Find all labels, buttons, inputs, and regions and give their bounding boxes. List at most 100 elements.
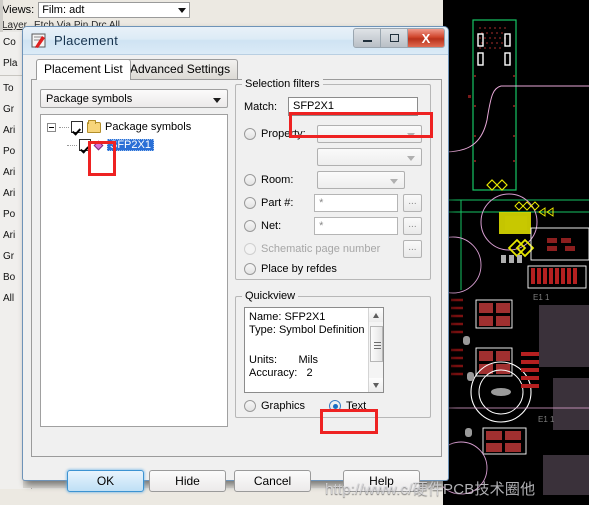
ok-button-label: OK	[96, 474, 115, 488]
ok-button[interactable]: OK	[67, 470, 144, 492]
dialog-titlebar[interactable]: Placement X	[23, 27, 448, 55]
placement-icon	[31, 33, 47, 49]
pcb-canvas[interactable]: E1 1 E1 1	[443, 0, 589, 505]
left-column: Package symbols Package symbols SFP2X1	[40, 89, 228, 427]
quickview-box[interactable]: Name: SFP2X1 Type: Symbol Definition Uni…	[244, 307, 384, 393]
dialog-title: Placement	[54, 33, 119, 48]
minimize-button[interactable]	[354, 29, 381, 47]
tabstrip: Advanced Settings Placement List	[36, 59, 442, 80]
part-browse-label: ...	[408, 196, 417, 207]
tree-item-sfp2x1[interactable]: SFP2X1	[67, 139, 154, 151]
graphics-radio[interactable]	[244, 400, 256, 412]
chevron-down-icon	[213, 98, 221, 103]
cancel-button-label: Cancel	[253, 474, 292, 488]
watermark: http://www.c/硬件PCB技术圈他	[325, 481, 536, 498]
tree-root-checkbox[interactable]	[71, 121, 83, 133]
symbol-type-value: Package symbols	[46, 93, 133, 105]
property-combo-2[interactable]	[317, 148, 422, 166]
part-value: *	[319, 197, 324, 209]
window-controls: X	[353, 28, 445, 48]
tree-root-node[interactable]: Package symbols	[47, 119, 192, 133]
part-row: Part #: * ...	[244, 194, 422, 212]
room-label: Room:	[261, 174, 294, 186]
match-label: Match:	[244, 100, 278, 113]
property-row-2	[244, 148, 422, 166]
net-label: Net:	[261, 220, 282, 232]
match-value: SFP2X1	[293, 100, 334, 112]
views-row: Views: Film: adt	[2, 2, 212, 18]
chevron-down-icon	[407, 133, 415, 138]
tab-advanced-settings[interactable]: Advanced Settings	[122, 59, 239, 79]
text-radio[interactable]	[329, 400, 342, 412]
quickview-title: Quickview	[242, 290, 299, 302]
property-radio[interactable]	[244, 128, 256, 140]
hide-button-label: Hide	[175, 474, 200, 488]
net-value: *	[319, 220, 324, 232]
tab-placement-list[interactable]: Placement List	[36, 59, 131, 80]
room-combo[interactable]	[317, 171, 405, 189]
net-radio[interactable]	[244, 220, 256, 232]
close-button[interactable]: X	[408, 29, 444, 47]
maximize-button[interactable]	[381, 29, 408, 47]
quickview-scrollbar[interactable]	[368, 308, 383, 392]
schematic-radio	[244, 243, 256, 255]
scrollbar-thumb[interactable]	[370, 326, 383, 362]
tree-root-label: Package symbols	[105, 121, 192, 133]
quickview-line-1: Type: Symbol Definition	[249, 324, 365, 336]
net-browse-button[interactable]: ...	[402, 217, 422, 235]
symbol-icon	[93, 140, 104, 150]
match-row: Match: SFP2X1	[244, 97, 422, 116]
quickview-group: Quickview Name: SFP2X1 Type: Symbol Defi…	[235, 290, 431, 418]
net-browse-label: ...	[408, 219, 417, 230]
tab-placement-list-label: Placement List	[44, 62, 123, 76]
room-row: Room:	[244, 171, 422, 189]
svg-text:E1 1: E1 1	[533, 293, 550, 302]
quickview-mode-row: Graphics Text	[244, 400, 422, 412]
property-row: Property:	[244, 125, 422, 143]
symbol-type-combo[interactable]: Package symbols	[40, 89, 228, 108]
schematic-browse-label: ...	[408, 242, 417, 253]
schematic-row: Schematic page number ...	[244, 240, 422, 258]
chevron-down-icon	[407, 156, 415, 161]
views-combo[interactable]: Film: adt	[38, 2, 191, 18]
schematic-browse-button[interactable]: ...	[402, 240, 422, 258]
placement-dialog: Placement X Advanced Settings Placement …	[22, 26, 449, 492]
right-column: Selection filters Match: SFP2X1 Property…	[235, 78, 435, 418]
selection-filters-title: Selection filters	[242, 78, 323, 90]
scroll-down-icon[interactable]	[369, 378, 383, 392]
net-row: Net: * ...	[244, 217, 422, 235]
symbol-tree[interactable]: Package symbols SFP2X1	[40, 114, 228, 427]
tree-line	[67, 144, 77, 146]
chevron-down-icon	[178, 8, 187, 13]
part-radio[interactable]	[244, 197, 256, 209]
pcb-artwork: E1 1 E1 1	[443, 0, 589, 505]
text-label: Text	[346, 400, 367, 412]
screen-root: E1 1 E1 1 Views: Film: adt Layer Etch Vi…	[0, 0, 589, 505]
room-radio[interactable]	[244, 174, 256, 186]
tree-item-label: SFP2X1	[107, 139, 154, 151]
tab-advanced-settings-label: Advanced Settings	[130, 62, 231, 76]
collapse-icon[interactable]	[47, 122, 56, 132]
place-by-refdes-row: Place by refdes	[244, 263, 422, 275]
part-input[interactable]: *	[314, 194, 398, 212]
property-combo[interactable]	[316, 125, 422, 143]
match-input[interactable]: SFP2X1	[288, 97, 418, 116]
cancel-button[interactable]: Cancel	[234, 470, 311, 492]
maximize-icon	[389, 34, 399, 42]
hide-button[interactable]: Hide	[149, 470, 226, 492]
scroll-up-icon[interactable]	[369, 308, 383, 322]
folder-icon	[87, 119, 101, 133]
views-label: Views:	[2, 4, 35, 16]
close-icon: X	[421, 30, 431, 46]
dialog-body: Advanced Settings Placement List Package…	[31, 59, 442, 492]
tree-item-checkbox[interactable]	[79, 139, 91, 151]
views-combo-value: Film: adt	[42, 4, 85, 16]
selection-filters-group: Selection filters Match: SFP2X1 Property…	[235, 78, 431, 280]
chevron-down-icon	[390, 179, 398, 184]
property-label: Property:	[261, 128, 306, 140]
place-by-refdes-radio[interactable]	[244, 263, 256, 275]
net-input[interactable]: *	[314, 217, 398, 235]
graphics-label: Graphics	[261, 400, 306, 412]
quickview-line-0: Name: SFP2X1	[249, 311, 326, 323]
part-browse-button[interactable]: ...	[402, 194, 422, 212]
